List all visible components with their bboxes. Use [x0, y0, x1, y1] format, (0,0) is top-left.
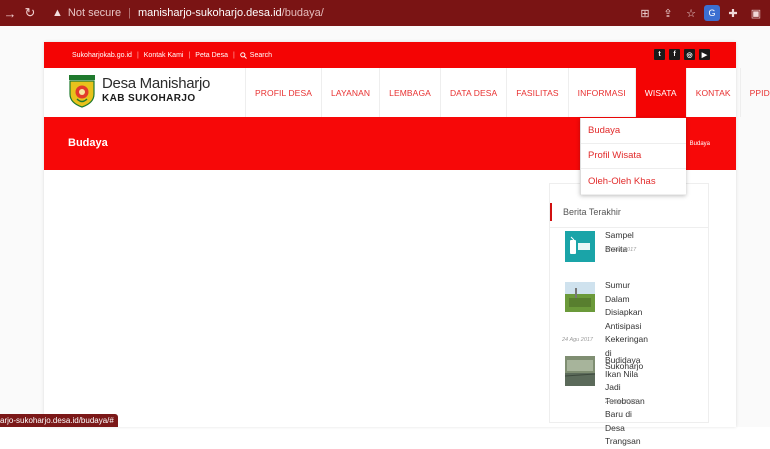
url-host[interactable]: manisharjo-sukoharjo.desa.id — [138, 7, 282, 19]
sidebar-divider — [550, 227, 708, 228]
facebook-icon[interactable]: f — [669, 49, 680, 60]
village-logo-icon[interactable] — [68, 74, 96, 108]
nav-profil-desa[interactable]: PROFIL DESA — [245, 68, 321, 117]
reload-icon[interactable]: ↻ — [20, 3, 40, 23]
main-nav: PROFIL DESA LAYANAN LEMBAGA DATA DESA FA… — [245, 68, 770, 117]
nav-fasilitas[interactable]: FASILITAS — [506, 68, 567, 117]
twitter-icon[interactable]: t — [654, 49, 665, 60]
dropdown-item-profil-wisata[interactable]: Profil Wisata — [581, 144, 686, 169]
wisata-dropdown-menu: Budaya Profil Wisata Oleh-Oleh Khas — [580, 118, 686, 195]
nav-kontak[interactable]: KONTAK — [685, 68, 740, 117]
topbar-search[interactable]: Search — [240, 52, 272, 59]
forward-icon[interactable]: → — [0, 3, 20, 23]
dropdown-item-budaya[interactable]: Budaya — [581, 118, 686, 144]
website: Sukoharjokab.go.id | Kontak Kami | Peta … — [44, 42, 770, 446]
topbar-link-kontak[interactable]: Kontak Kami — [144, 52, 184, 59]
security-label[interactable]: Not secure — [68, 7, 121, 19]
topbar-divider: | — [136, 51, 139, 59]
news-date: 24 Agu 2017 — [605, 399, 636, 405]
brand-region: KAB SUKOHARJO — [102, 93, 196, 104]
news-thumbnail[interactable] — [565, 282, 595, 312]
extensions-puzzle-icon[interactable]: ✚ — [723, 3, 743, 23]
nav-informasi[interactable]: INFORMASI — [567, 68, 635, 117]
topbar-link-peta[interactable]: Peta Desa — [195, 52, 228, 59]
browser-actions: ⊞ ⇪ ☆ G ✚ ▣ — [635, 3, 766, 23]
social-links: t f ◎ ▶ — [654, 49, 710, 60]
extension-translate-icon[interactable]: G — [704, 5, 720, 21]
browser-toolbar: → ↻ ▲ Not secure | manisharjo-sukoharjo.… — [0, 0, 770, 26]
side-panel-icon[interactable]: ▣ — [746, 3, 766, 23]
warning-icon[interactable]: ▲ — [52, 7, 63, 19]
news-thumbnail[interactable] — [565, 231, 595, 262]
nav-lembaga[interactable]: LEMBAGA — [379, 68, 440, 117]
news-thumbnail[interactable] — [565, 356, 595, 386]
instagram-icon[interactable]: ◎ — [684, 49, 695, 60]
nav-layanan[interactable]: LAYANAN — [321, 68, 379, 117]
brand[interactable]: Desa Manisharjo KAB SUKOHARJO — [102, 75, 210, 104]
nav-wisata[interactable]: WISATA — [634, 68, 686, 117]
site-header: Desa Manisharjo KAB SUKOHARJO PROFIL DES… — [44, 68, 770, 117]
search-label: Search — [249, 51, 272, 59]
news-date: 27 Sep 2017 — [605, 247, 637, 253]
nav-data-desa[interactable]: DATA DESA — [439, 68, 506, 117]
breadcrumb[interactable]: Budaya — [690, 141, 710, 147]
bookmark-star-icon[interactable]: ☆ — [681, 3, 701, 23]
dropdown-item-oleh-oleh[interactable]: Oleh-Oleh Khas — [581, 169, 686, 195]
address-bar[interactable]: ▲ Not secure | manisharjo-sukoharjo.desa… — [46, 3, 324, 23]
share-icon[interactable]: ⇪ — [658, 3, 678, 23]
translate-icon[interactable]: ⊞ — [635, 3, 655, 23]
page-title: Budaya — [68, 137, 108, 149]
status-bar-url: arjo-sukoharjo.desa.id/budaya/# — [0, 414, 118, 427]
topbar-link-sukoharjokab[interactable]: Sukoharjokab.go.id — [72, 52, 132, 59]
topbar-divider: | — [232, 51, 235, 59]
brand-name: Desa Manisharjo — [102, 75, 211, 92]
news-date: 24 Agu 2017 — [562, 337, 593, 343]
search-icon — [240, 51, 247, 59]
url-path[interactable]: /budaya/ — [282, 7, 324, 19]
sidebar-recent-news: Berita Terakhir Sampel Berita 27 Sep 201… — [549, 183, 709, 446]
youtube-icon[interactable]: ▶ — [699, 49, 710, 60]
sidebar-title: Berita Terakhir — [550, 203, 621, 221]
top-bar: Sukoharjokab.go.id | Kontak Kami | Peta … — [44, 42, 736, 68]
address-separator: | — [128, 7, 131, 19]
nav-ppid[interactable]: PPID — [739, 68, 770, 117]
topbar-divider: | — [188, 51, 191, 59]
